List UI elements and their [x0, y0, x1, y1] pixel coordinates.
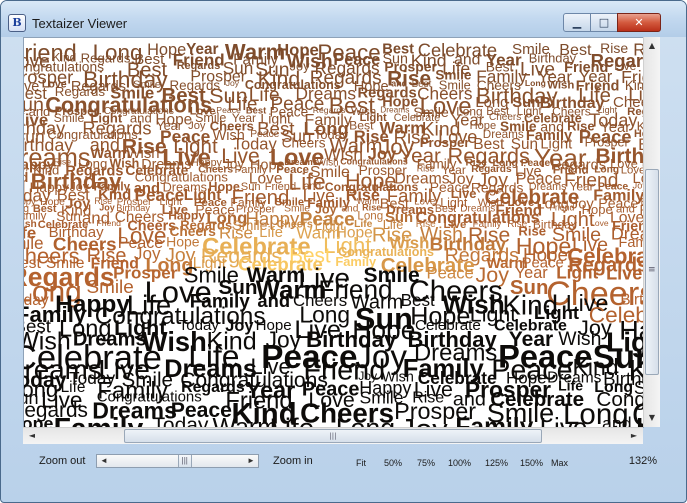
zoom-level-readout: 132%: [628, 455, 657, 467]
minimize-icon: ▁: [572, 16, 582, 29]
zoom-preset-max[interactable]: Max: [551, 458, 568, 468]
horizontal-scroll-thumb[interactable]: |||: [124, 429, 542, 443]
text-mosaic-image: FriendLongHopeYearWarmHopePeaceBestCeleb…: [24, 40, 643, 428]
horizontal-scrollbar[interactable]: ◄ ||| ►: [23, 427, 643, 444]
minimize-button[interactable]: ▁: [563, 13, 591, 32]
vertical-scroll-thumb[interactable]: ≡: [645, 169, 659, 375]
zoom-slider-knob[interactable]: |||: [177, 455, 192, 467]
title-bar[interactable]: B Textaizer Viewer ▁ □ ✕: [1, 1, 686, 37]
zoom-preset-fit[interactable]: Fit: [356, 458, 366, 468]
zoom-toolbar: Zoom out ◄ ||| ► Zoom in Fit 50% 75% 100…: [23, 447, 659, 475]
maximize-icon: □: [598, 16, 610, 29]
scroll-right-arrow-icon[interactable]: ►: [627, 428, 641, 444]
window-title: Textaizer Viewer: [32, 16, 128, 31]
zoom-out-button[interactable]: Zoom out: [39, 455, 85, 467]
zoom-slider[interactable]: ◄ ||| ►: [96, 454, 259, 468]
window-controls: ▁ □ ✕: [563, 13, 661, 32]
mosaic-viewport[interactable]: FriendLongHopeYearWarmHopePeaceBestCeleb…: [23, 37, 644, 428]
zoom-preset-125[interactable]: 125%: [485, 458, 508, 468]
zoom-preset-100[interactable]: 100%: [448, 458, 471, 468]
vertical-scrollbar[interactable]: ▲ ≡ ▼: [643, 37, 660, 427]
zoom-preset-150[interactable]: 150%: [520, 458, 543, 468]
scroll-left-arrow-icon[interactable]: ◄: [25, 428, 39, 444]
mosaic-word: Long: [336, 413, 395, 428]
zoom-preset-50[interactable]: 50%: [384, 458, 402, 468]
scroll-down-arrow-icon[interactable]: ▼: [644, 411, 660, 425]
mosaic-word: Happy: [636, 413, 643, 428]
slider-right-arrow-icon[interactable]: ►: [245, 455, 257, 467]
horizontal-grip-icon: |||: [329, 432, 337, 440]
maximize-button[interactable]: □: [590, 13, 618, 32]
vertical-grip-icon: ≡: [648, 265, 656, 275]
mosaic-word: Hope: [24, 414, 53, 428]
slider-left-arrow-icon[interactable]: ◄: [98, 455, 110, 467]
zoom-preset-75[interactable]: 75%: [417, 458, 435, 468]
textaizer-app-icon: B: [8, 14, 26, 32]
close-icon: ✕: [634, 16, 644, 29]
close-button[interactable]: ✕: [617, 13, 661, 32]
scroll-up-arrow-icon[interactable]: ▲: [644, 39, 660, 53]
zoom-in-button[interactable]: Zoom in: [273, 455, 313, 467]
textaizer-viewer-window: B Textaizer Viewer ▁ □ ✕ FriendLongHopeY…: [0, 0, 687, 503]
